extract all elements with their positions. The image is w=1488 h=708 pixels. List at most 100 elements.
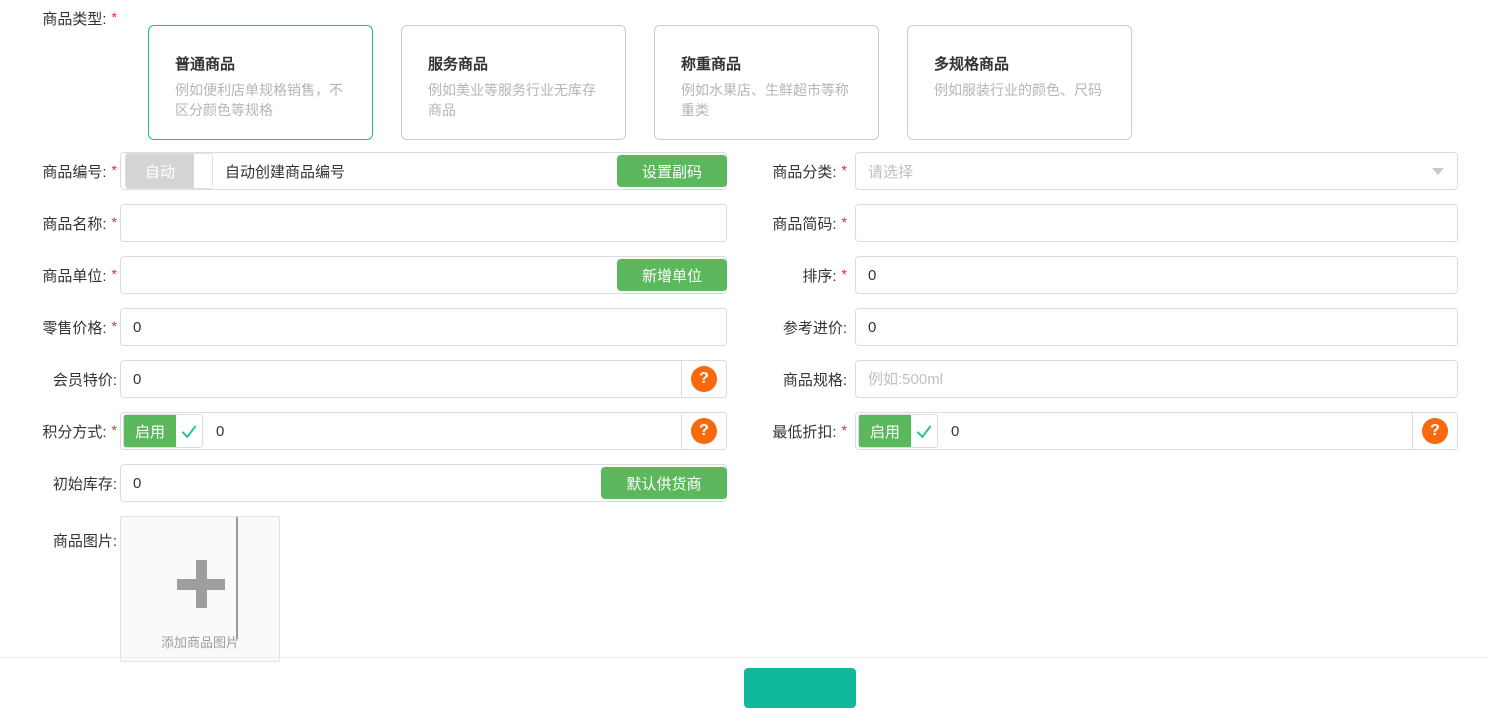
name-wrap (120, 204, 727, 242)
card-desc: 例如美业等服务行业无库存商品 (428, 80, 607, 121)
form-row-4: 零售价格: * 参考进价: (30, 308, 1488, 346)
points-mode-label: 积分方式: * (30, 421, 120, 442)
add-unit-button[interactable]: 新增单位 (617, 259, 727, 291)
auto-number-toggle[interactable]: 自动 (125, 153, 213, 189)
product-type-card-normal[interactable]: 普通商品 例如便利店单规格销售，不区分颜色等规格 (148, 25, 373, 140)
label-text: 商品编号: (42, 164, 106, 181)
product-type-card-weighed[interactable]: 称重商品 例如水果店、生鲜超市等称重类 (654, 25, 879, 140)
short-code-wrap (855, 204, 1458, 242)
short-code-input[interactable] (855, 204, 1458, 242)
vertical-divider-line (236, 517, 238, 639)
card-title: 称重商品 (681, 53, 860, 74)
category-select-wrap: 请选择 (855, 152, 1458, 190)
points-mode-box: 启用 0 ? (120, 412, 727, 450)
discount-enable-toggle[interactable]: 启用 (858, 414, 938, 448)
product-no-label: 商品编号: * (30, 161, 120, 182)
form-row-7: 初始库存: 默认供货商 (30, 464, 1488, 502)
card-desc: 例如服装行业的颜色、尺码 (934, 80, 1113, 100)
help-addon: ? (681, 361, 726, 397)
product-type-card-multispec[interactable]: 多规格商品 例如服装行业的颜色、尺码 (907, 25, 1132, 140)
sort-label: 排序: * (727, 265, 855, 286)
card-title: 多规格商品 (934, 53, 1113, 74)
form-row-1: 商品编号: * 自动 设置副码 商品分类:* 请选择 (30, 152, 1488, 190)
label-text: 商品规格: (783, 372, 847, 389)
form-row-6: 积分方式: * 启用 0 ? 最低折扣: * 启用 (30, 412, 1488, 450)
toggle-label: 自动 (126, 154, 194, 188)
help-icon[interactable]: ? (691, 418, 717, 444)
required-asterisk: * (112, 9, 117, 25)
toggle-label: 启用 (124, 415, 176, 447)
form-row-3: 商品单位: * 新增单位 排序: * (30, 256, 1488, 294)
member-price-value[interactable]: 0 (121, 371, 681, 388)
toggle-knob (194, 154, 212, 188)
reference-price-input[interactable] (855, 308, 1458, 346)
add-product-form: 商品类型: * 普通商品 例如便利店单规格销售，不区分颜色等规格 服务商品 例如美… (0, 0, 1488, 672)
name-input[interactable] (120, 204, 727, 242)
retail-price-input[interactable] (120, 308, 727, 346)
required-asterisk: * (112, 266, 117, 282)
label-text: 最低折扣: (772, 424, 836, 441)
unit-group: 新增单位 (120, 256, 727, 294)
points-enable-toggle[interactable]: 启用 (123, 414, 203, 448)
product-type-cards: 普通商品 例如便利店单规格销售，不区分颜色等规格 服务商品 例如美业等服务行业无… (148, 25, 1160, 140)
default-supplier-button[interactable]: 默认供货商 (601, 467, 727, 499)
product-no-group: 自动 设置副码 (120, 152, 727, 190)
card-desc: 例如便利店单规格销售，不区分颜色等规格 (175, 80, 354, 121)
label-text: 零售价格: (42, 320, 106, 337)
card-title: 服务商品 (428, 53, 607, 74)
card-title: 普通商品 (175, 53, 354, 74)
required-asterisk: * (112, 422, 117, 438)
submit-button-clipped[interactable] (744, 668, 856, 708)
category-label: 商品分类:* (727, 161, 855, 182)
product-type-card-service[interactable]: 服务商品 例如美业等服务行业无库存商品 (401, 25, 626, 140)
label-text: 排序: (802, 268, 836, 285)
help-icon[interactable]: ? (691, 366, 717, 392)
sort-wrap (855, 256, 1458, 294)
category-select[interactable]: 请选择 (855, 152, 1458, 190)
spec-label: 商品规格: (727, 369, 855, 390)
required-asterisk: * (842, 214, 847, 230)
toggle-label: 启用 (859, 415, 911, 447)
select-placeholder: 请选择 (856, 161, 1457, 182)
required-asterisk: * (842, 266, 847, 282)
min-discount-group: 启用 0 ? (855, 412, 1458, 450)
label-text: 商品单位: (42, 268, 106, 285)
retail-price-wrap (120, 308, 727, 346)
label-text: 商品简码: (772, 216, 836, 233)
min-discount-label: 最低折扣: * (727, 421, 855, 442)
card-desc: 例如水果店、生鲜超市等称重类 (681, 80, 860, 121)
help-icon[interactable]: ? (1422, 418, 1448, 444)
check-icon (914, 421, 934, 441)
points-mode-value[interactable]: 0 (203, 423, 681, 440)
image-label: 商品图片: (30, 516, 120, 551)
spec-input[interactable] (855, 360, 1458, 398)
label-text: 会员特价: (53, 372, 117, 389)
reference-price-label: 参考进价: (727, 317, 855, 338)
initial-stock-label: 初始库存: (30, 473, 120, 494)
min-discount-value[interactable]: 0 (938, 423, 1412, 440)
retail-price-label: 零售价格: * (30, 317, 120, 338)
add-image-uploader[interactable]: 添加商品图片 (120, 516, 280, 662)
reference-price-wrap (855, 308, 1458, 346)
label-text: 积分方式: (42, 424, 106, 441)
form-row-5: 会员特价: 0 ? 商品规格: (30, 360, 1488, 398)
set-subcode-button[interactable]: 设置副码 (617, 155, 727, 187)
product-type-row: 商品类型: * 普通商品 例如便利店单规格销售，不区分颜色等规格 服务商品 例如美… (30, 8, 1488, 140)
help-addon: ? (1412, 413, 1457, 449)
form-row-2: 商品名称:* 商品简码: * (30, 204, 1488, 242)
spec-wrap (855, 360, 1458, 398)
member-price-box: 0 ? (120, 360, 727, 398)
label-text: 商品分类: (772, 164, 836, 181)
label-text: 参考进价: (783, 320, 847, 337)
member-price-label: 会员特价: (30, 369, 120, 390)
label-text: 商品图片: (53, 533, 117, 550)
required-asterisk: * (112, 162, 117, 178)
required-asterisk: * (842, 422, 847, 438)
name-label: 商品名称:* (30, 213, 120, 234)
required-asterisk: * (112, 318, 117, 334)
min-discount-box: 启用 0 ? (855, 412, 1458, 450)
product-type-label: 商品类型: * (30, 8, 120, 29)
chevron-down-icon (1432, 168, 1444, 175)
label-text: 商品类型: (42, 11, 106, 28)
sort-input[interactable] (855, 256, 1458, 294)
